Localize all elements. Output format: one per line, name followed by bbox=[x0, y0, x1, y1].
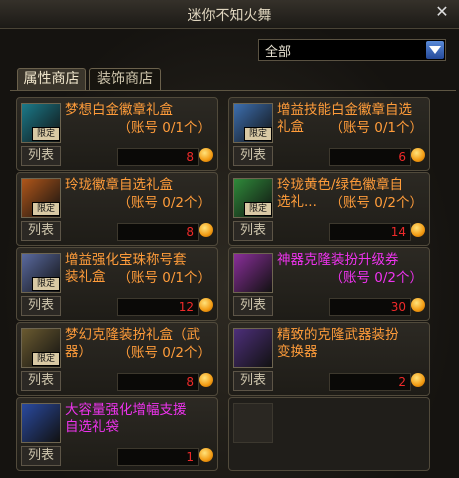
list-button[interactable]: 列表 bbox=[21, 221, 61, 241]
list-button[interactable]: 列表 bbox=[21, 146, 61, 166]
price-box: 8 bbox=[117, 148, 199, 166]
price-value: 6 bbox=[398, 150, 406, 164]
item-icon[interactable]: 限定 bbox=[21, 253, 61, 293]
close-icon[interactable]: ✕ bbox=[433, 3, 451, 21]
list-button[interactable]: 列表 bbox=[21, 446, 61, 466]
list-button[interactable]: 列表 bbox=[21, 371, 61, 391]
coin-icon bbox=[199, 373, 213, 387]
list-button[interactable]: 列表 bbox=[233, 296, 273, 316]
price-value: 1 bbox=[186, 450, 194, 464]
shop-item-card[interactable]: 大容量强化增幅支援 自选礼袋 列表 1 bbox=[16, 397, 218, 471]
item-name: 梦想白金徽章礼盒 bbox=[65, 102, 173, 118]
coin-icon bbox=[411, 223, 425, 237]
price-box: 8 bbox=[117, 373, 199, 391]
price-box: 8 bbox=[117, 223, 199, 241]
shop-item-card[interactable]: 限定 玲珑黄色/绿色徽章自 选礼... （账号 0/2个） 列表 14 bbox=[228, 172, 430, 246]
tab-decoration-shop[interactable]: 装饰商店 bbox=[89, 68, 161, 90]
limited-badge: 限定 bbox=[244, 202, 272, 216]
item-icon[interactable] bbox=[233, 328, 273, 368]
shop-item-card[interactable]: 限定 增益强化宝珠称号套 装礼盒 （账号 0/1个） 列表 12 bbox=[16, 247, 218, 321]
item-account-limit: （账号 0/2个） bbox=[117, 345, 211, 361]
shop-item-card[interactable]: 限定 梦想白金徽章礼盒 （账号 0/1个） 列表 8 bbox=[16, 97, 218, 171]
price-box: 12 bbox=[117, 298, 199, 316]
limited-badge: 限定 bbox=[32, 352, 60, 366]
list-button[interactable]: 列表 bbox=[233, 146, 273, 166]
category-dropdown[interactable]: 全部 bbox=[258, 39, 446, 61]
price-box: 1 bbox=[117, 448, 199, 466]
price-value: 8 bbox=[186, 150, 194, 164]
tab-attribute-shop[interactable]: 属性商店 bbox=[17, 68, 86, 90]
price-box: 14 bbox=[329, 223, 411, 241]
empty-item-slot bbox=[228, 397, 430, 471]
coin-icon bbox=[199, 148, 213, 162]
item-account-limit: （账号 0/1个） bbox=[117, 120, 211, 136]
item-icon[interactable] bbox=[233, 253, 273, 293]
item-account-limit: （账号 0/2个） bbox=[329, 195, 423, 211]
item-account-limit: （账号 0/2个） bbox=[329, 270, 423, 286]
item-account-limit: （账号 0/1个） bbox=[117, 270, 211, 286]
limited-badge: 限定 bbox=[32, 202, 60, 216]
chevron-down-icon[interactable] bbox=[426, 41, 444, 59]
shop-window: 迷你不知火舞 ✕ 全部 属性商店 装饰商店 限定 梦想白金徽章礼盒 （账号 0/1个… bbox=[0, 0, 459, 478]
category-dropdown-value: 全部 bbox=[265, 45, 292, 60]
shop-item-card[interactable]: 限定 梦幻克隆装扮礼盒（武 器） （账号 0/2个） 列表 8 bbox=[16, 322, 218, 396]
item-icon[interactable]: 限定 bbox=[233, 103, 273, 143]
list-button[interactable]: 列表 bbox=[21, 296, 61, 316]
window-title: 迷你不知火舞 bbox=[187, 8, 272, 24]
item-icon[interactable]: 限定 bbox=[233, 178, 273, 218]
item-icon[interactable]: 限定 bbox=[21, 178, 61, 218]
list-button[interactable]: 列表 bbox=[233, 371, 273, 391]
price-box: 2 bbox=[329, 373, 411, 391]
item-account-limit: （账号 0/2个） bbox=[117, 195, 211, 211]
item-icon[interactable] bbox=[21, 403, 61, 443]
coin-icon bbox=[411, 298, 425, 312]
price-value: 14 bbox=[390, 225, 406, 239]
empty-icon-slot bbox=[233, 403, 273, 443]
shop-item-card[interactable]: 限定 玲珑徽章自选礼盒 （账号 0/2个） 列表 8 bbox=[16, 172, 218, 246]
item-name: 大容量强化增幅支援 自选礼袋 bbox=[65, 402, 187, 435]
coin-icon bbox=[411, 148, 425, 162]
shop-item-card[interactable]: 精致的克隆武器装扮 变换器 列表 2 bbox=[228, 322, 430, 396]
price-value: 8 bbox=[186, 375, 194, 389]
coin-icon bbox=[199, 448, 213, 462]
price-value: 8 bbox=[186, 225, 194, 239]
item-name: 精致的克隆武器装扮 变换器 bbox=[277, 327, 399, 360]
list-button[interactable]: 列表 bbox=[233, 221, 273, 241]
price-value: 12 bbox=[178, 300, 194, 314]
item-account-limit: （账号 0/1个） bbox=[329, 120, 423, 136]
item-icon[interactable]: 限定 bbox=[21, 328, 61, 368]
price-value: 2 bbox=[398, 375, 406, 389]
item-name: 神器克隆装扮升级券 bbox=[277, 252, 399, 268]
shop-item-card[interactable]: 神器克隆装扮升级券 （账号 0/2个） 列表 30 bbox=[228, 247, 430, 321]
limited-badge: 限定 bbox=[244, 127, 272, 141]
price-value: 30 bbox=[390, 300, 406, 314]
limited-badge: 限定 bbox=[32, 277, 60, 291]
coin-icon bbox=[199, 298, 213, 312]
limited-badge: 限定 bbox=[32, 127, 60, 141]
item-icon[interactable]: 限定 bbox=[21, 103, 61, 143]
item-name: 玲珑徽章自选礼盒 bbox=[65, 177, 173, 193]
price-box: 30 bbox=[329, 298, 411, 316]
price-box: 6 bbox=[329, 148, 411, 166]
shop-item-card[interactable]: 限定 增益技能白金徽章自选 礼盒 （账号 0/1个） 列表 6 bbox=[228, 97, 430, 171]
coin-icon bbox=[411, 373, 425, 387]
title-bar[interactable]: 迷你不知火舞 ✕ bbox=[0, 0, 459, 29]
tab-divider bbox=[10, 90, 456, 91]
coin-icon bbox=[199, 223, 213, 237]
